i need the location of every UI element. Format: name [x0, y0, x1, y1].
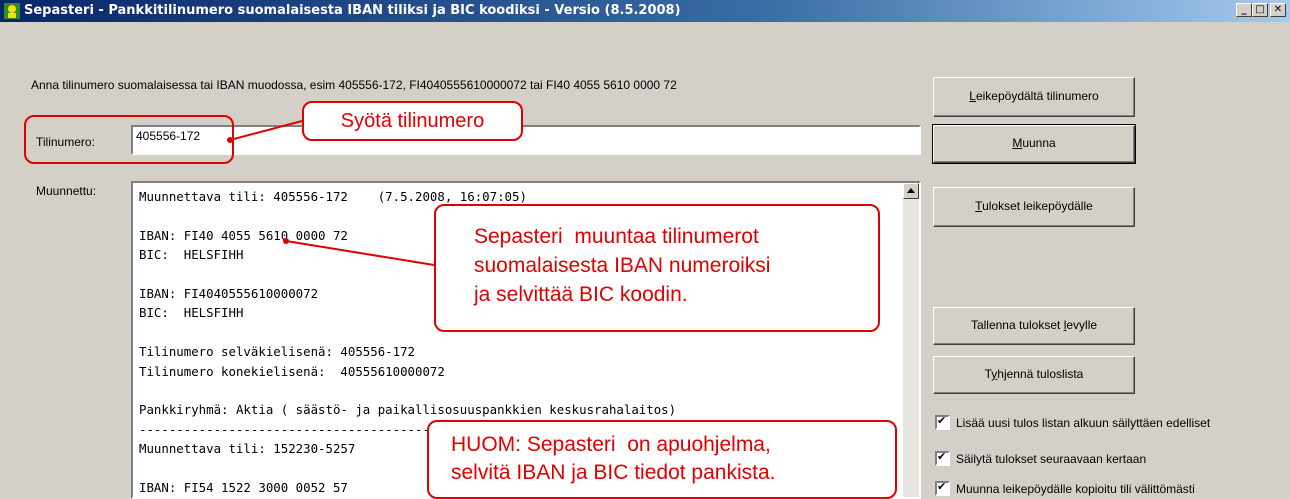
save-results-button[interactable]: Tallenna tulokset levylle — [933, 307, 1135, 345]
minimize-button[interactable]: _ — [1236, 3, 1252, 17]
account-highlight-ring — [24, 115, 234, 164]
convert-label: uunna — [1022, 136, 1056, 150]
checkbox-icon[interactable] — [935, 480, 950, 496]
paste-account-button[interactable]: Leikepöydältä tilinumero — [933, 77, 1135, 117]
converted-label: Muunnettu: — [36, 184, 97, 198]
option-prepend-label: Lisää uusi tulos listan alkuun säilyttäe… — [956, 416, 1211, 430]
paste-accel: L — [969, 89, 976, 103]
save-label-pre: Tallenna tulokset — [970, 318, 1064, 332]
results-scrollbar[interactable] — [903, 183, 919, 497]
title-bar[interactable]: Sepasteri - Pankkitilinumero suomalaises… — [0, 0, 1290, 22]
clear-results-button[interactable]: Tyhjennä tuloslista — [933, 356, 1135, 394]
callout-description: Sepasteri muuntaa tilinumerot suomalaise… — [434, 204, 880, 332]
window-title: Sepasteri - Pankkitilinumero suomalaises… — [24, 3, 681, 18]
option-autoconvert-checkbox[interactable]: Muunna leikepöydälle kopioitu tili välit… — [935, 480, 1195, 496]
copy-results-button[interactable]: Tulokset leikepöydälle — [933, 187, 1135, 227]
paste-label: eikepöydältä tilinumero — [975, 89, 1099, 103]
clear-label: hjennä tuloslista — [997, 367, 1084, 381]
option-prepend-checkbox[interactable]: Lisää uusi tulos listan alkuun säilyttäe… — [935, 414, 1211, 430]
scroll-up-icon[interactable] — [903, 183, 919, 199]
callout-note: HUOM: Sepasteri on apuohjelma, selvitä I… — [427, 420, 897, 499]
account-input[interactable]: 405556-172 — [131, 125, 921, 155]
app-icon — [4, 3, 20, 19]
option-autoconvert-label: Muunna leikepöydälle kopioitu tili välit… — [956, 482, 1195, 496]
option-keep-label: Säilytä tulokset seuraavaan kertaan — [956, 452, 1147, 466]
instruction-text: Anna tilinumero suomalaisessa tai IBAN m… — [31, 78, 677, 92]
option-keep-checkbox[interactable]: Säilytä tulokset seuraavaan kertaan — [935, 450, 1147, 466]
convert-button[interactable]: Muunna — [932, 124, 1136, 164]
checkbox-icon[interactable] — [935, 450, 950, 466]
close-button[interactable]: ✕ — [1270, 3, 1286, 17]
save-label: evylle — [1066, 318, 1098, 332]
checkbox-icon[interactable] — [935, 414, 950, 430]
convert-accel: M — [1012, 136, 1023, 150]
callout-enter-account: Syötä tilinumero — [302, 101, 523, 141]
copy-results-label: ulokset leikepöydälle — [982, 199, 1093, 213]
maximize-button[interactable]: □ — [1252, 3, 1268, 17]
